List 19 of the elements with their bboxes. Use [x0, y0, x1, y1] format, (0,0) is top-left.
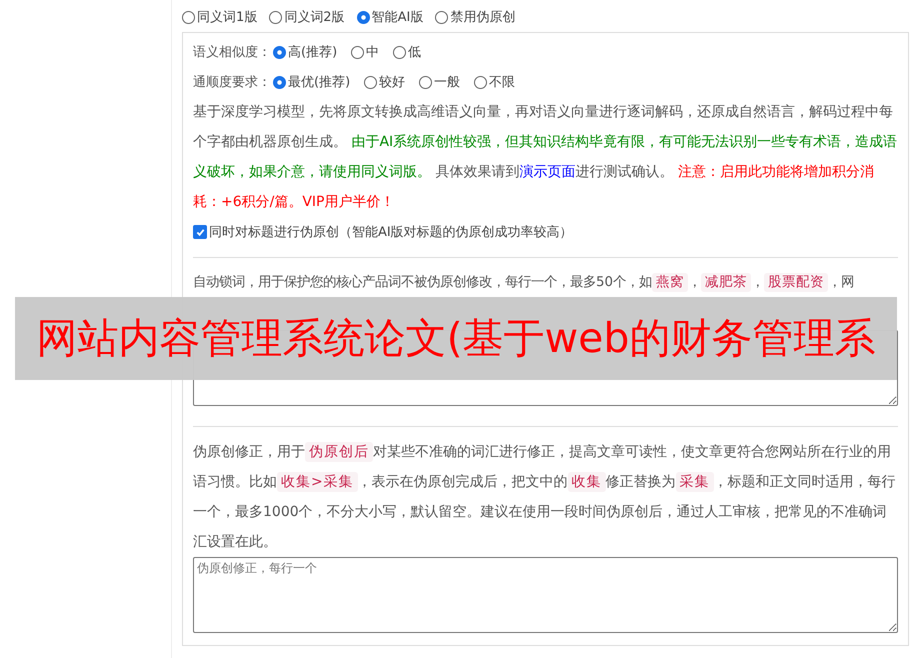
check-icon	[196, 228, 204, 236]
radio-option[interactable]: 高(推荐)	[273, 43, 338, 61]
similarity-label: 语义相似度：	[193, 44, 271, 61]
corrections-description: 伪原创修正，用于 伪原创后 对某些不准确的词汇进行修正，提高文章可读性，使文章更符合您网站所在行业的用语习惯。比如 收集>采集 ，表示在伪原创完成后，把文中的 收集 修正替换为 采集 ，标题和正文同时适用，每行一个，最多1000个，不分大小写，默认留空。建议在使用一段时间伪原创后，通过人工审核，把常见的不准确词汇设置在此。	[193, 441, 897, 552]
radio-option[interactable]: 一般	[419, 73, 460, 91]
ai-description: 基于深度学习模型，先将原文转换成高维语义向量，再对语义向量进行逐词解码，还原成自然语言，解码过程中每个字都由机器原创生成。 由于AI系统原创性较强，但其知识结构毕竟有限，有可能无法识别一些专有术语，造成语义破坏，如果介意，请使用同义词版。 具体效果请到演示页面进行测试确认。 注意：启用此功能将增加积分消耗：+6积分/篇。VIP用户半价！	[193, 103, 898, 212]
radio-option[interactable]: 最优(推荐)	[273, 73, 350, 91]
radio-option[interactable]: 禁用伪原创	[435, 8, 516, 26]
title-checkbox[interactable]: 同时对标题进行伪原创（智能AI版对标题的伪原创成功率较高）	[193, 223, 573, 241]
corrections-field[interactable]: 伪原创修正，每行一个	[193, 557, 898, 633]
radio-option[interactable]: 中	[351, 43, 380, 61]
radio-option[interactable]: 同义词2版	[269, 8, 345, 26]
radio-option[interactable]: 低	[393, 43, 422, 61]
fluency-label: 通顺度要求：	[193, 74, 271, 91]
radio-option[interactable]: 不限	[474, 73, 516, 91]
radio-option[interactable]: 智能AI版	[356, 8, 424, 26]
radio-option[interactable]: 较好	[364, 73, 406, 91]
radio-option[interactable]: 同义词1版	[182, 8, 258, 26]
title-overlay: 网站内容管理系统论文(基于web的财务管理系	[15, 297, 897, 380]
